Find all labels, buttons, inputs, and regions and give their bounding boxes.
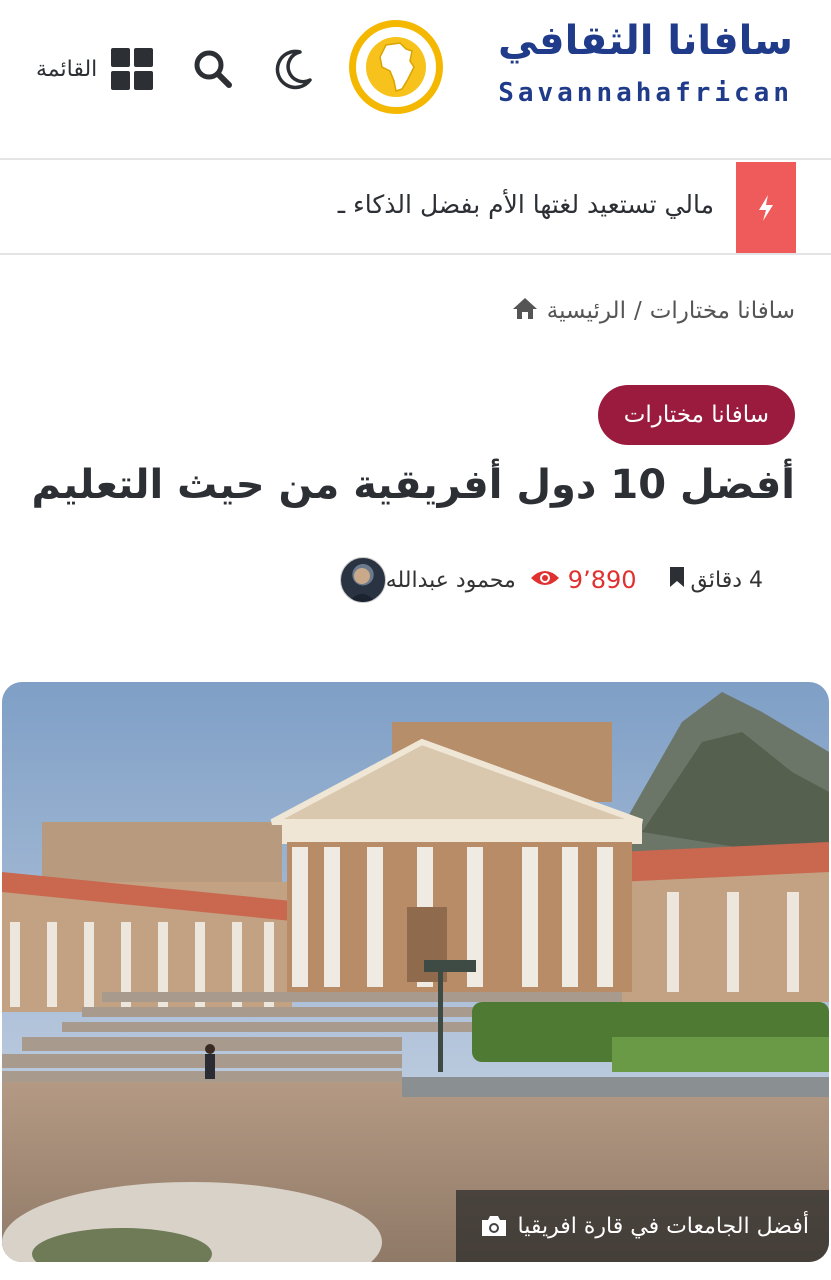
view-count: 9٬890 xyxy=(530,566,637,594)
bookmark-icon xyxy=(669,566,685,594)
breadcrumb-current[interactable]: سافانا مختارات xyxy=(650,298,795,324)
camera-icon xyxy=(480,1214,508,1238)
category-badge[interactable]: سافانا مختارات xyxy=(597,385,795,445)
site-header: سافانا الثقافي Savannahafrican القائمة xyxy=(0,0,831,158)
menu-button[interactable]: القائمة xyxy=(36,48,154,90)
moon-icon[interactable] xyxy=(270,46,316,92)
eye-icon xyxy=(530,568,560,592)
africa-emblem-icon xyxy=(349,20,443,114)
author-avatar[interactable] xyxy=(339,557,386,603)
breadcrumb: الرئيسية / سافانا مختارات xyxy=(511,296,795,326)
logo-english-text: Savannahafrican xyxy=(498,78,793,108)
read-time: 4 دقائق xyxy=(669,566,763,594)
menu-label: القائمة xyxy=(36,56,98,82)
logo-arabic-text: سافانا الثقافي xyxy=(497,18,793,64)
author-name[interactable]: محمود عبدالله xyxy=(386,568,516,593)
breaking-news-ticker: مالي تستعيد لغتها الأم بفضل الذكاء ـ xyxy=(0,160,831,254)
breadcrumb-home[interactable]: الرئيسية xyxy=(547,298,626,324)
featured-image[interactable]: أفضل الجامعات في قارة افريقيا xyxy=(2,682,829,1262)
grid-icon xyxy=(111,48,154,90)
article-title: أفضل 10 دول أفريقية من حيث التعليم xyxy=(31,462,795,508)
home-icon[interactable] xyxy=(511,296,539,326)
breadcrumb-separator: / xyxy=(633,298,642,324)
bolt-icon xyxy=(736,162,796,253)
image-caption-text: أفضل الجامعات في قارة افريقيا xyxy=(517,1213,809,1239)
views-number: 9٬890 xyxy=(567,566,637,594)
article-meta: محمود عبدالله 9٬890 4 دقائق xyxy=(339,556,797,604)
site-logo[interactable]: سافانا الثقافي Savannahafrican xyxy=(349,18,793,118)
ticker-divider xyxy=(0,253,831,255)
search-icon[interactable] xyxy=(190,46,236,92)
image-caption: أفضل الجامعات في قارة افريقيا xyxy=(455,1190,829,1262)
ticker-headline[interactable]: مالي تستعيد لغتها الأم بفضل الذكاء ـ xyxy=(338,190,714,219)
read-time-text: 4 دقائق xyxy=(690,567,763,593)
